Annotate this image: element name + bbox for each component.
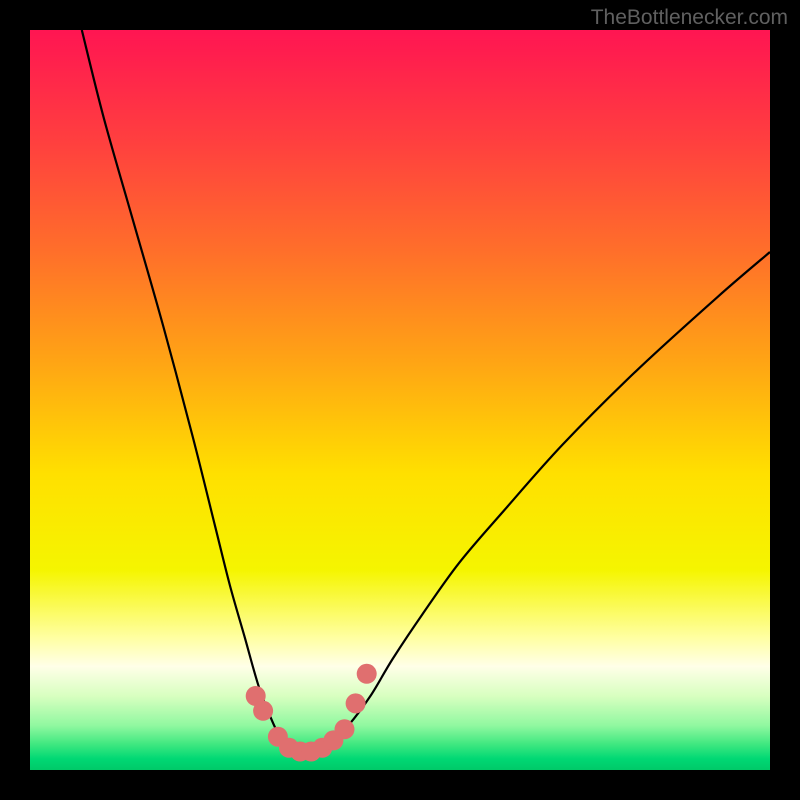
watermark-text: TheBottlenecker.com xyxy=(591,6,788,30)
bottleneck-chart xyxy=(30,30,770,770)
optimal-marker xyxy=(346,693,366,713)
gradient-background xyxy=(30,30,770,770)
plot-area xyxy=(30,30,770,770)
optimal-marker xyxy=(335,719,355,739)
chart-container: TheBottlenecker.com xyxy=(0,0,800,800)
optimal-marker xyxy=(357,664,377,684)
optimal-marker xyxy=(253,701,273,721)
